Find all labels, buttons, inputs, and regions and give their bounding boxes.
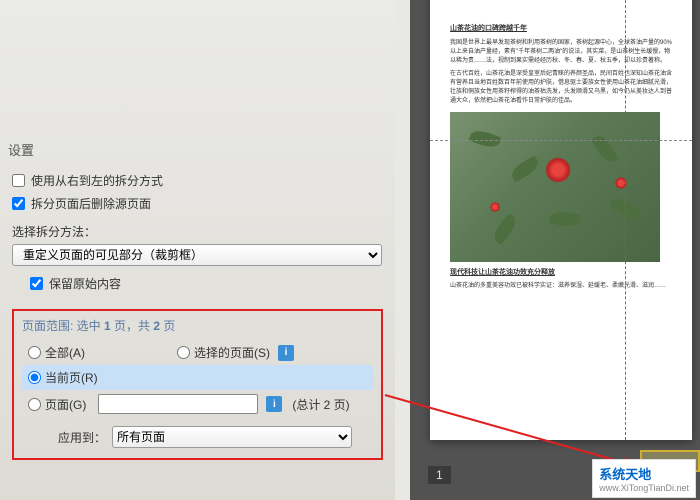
settings-pane: 设置 使用从右到左的拆分方式 拆分页面后删除源页面 选择拆分方法： 重定义页面的… — [0, 0, 395, 500]
range-current-option[interactable]: 当前页(R) — [22, 365, 373, 390]
keep-original-option[interactable]: 保留原始内容 — [30, 272, 383, 295]
delete-after-checkbox[interactable] — [12, 197, 25, 210]
range-all-option[interactable]: 全部(A) — [22, 340, 91, 365]
doc-body: 山茶花油的口碑跨越千年 我国是世界上最早发现茶树和利用茶树的国家，茶树起源中心，… — [450, 2, 672, 291]
info-icon[interactable]: i — [266, 396, 282, 412]
rtl-split-checkbox[interactable] — [12, 174, 25, 187]
range-selected-option[interactable]: 选择的页面(S) i — [171, 340, 300, 365]
range-all-radio[interactable] — [28, 346, 41, 359]
doc-para-1: 我国是世界上最早发现茶树和利用茶树的国家，茶树起源中心，全球茶油产量的90%以上… — [450, 39, 672, 66]
watermark-name: 系统天地 — [599, 464, 689, 483]
doc-para-2: 在古代百姓，山茶花油是深受皇室后妃青睐的养颜圣品，民间百姓也深知山茶花油含有营养… — [450, 70, 672, 106]
range-selected-radio[interactable] — [177, 346, 190, 359]
range-pages-radio[interactable] — [28, 398, 41, 411]
range-current-radio[interactable] — [28, 371, 41, 384]
range-pages-option[interactable]: 页面(G) i (总计 2 页) — [22, 390, 373, 418]
total-pages-label: (总计 2 页) — [292, 396, 349, 413]
info-icon[interactable]: i — [278, 345, 294, 361]
keep-original-checkbox[interactable] — [30, 277, 43, 290]
preview-pane: 山茶花油的口碑跨越千年 我国是世界上最早发现茶树和利用茶树的国家，茶树起源中心，… — [410, 0, 700, 500]
page-range-title: 页面范围: 选中 1 页，共 2 页 — [22, 317, 373, 340]
rtl-split-label: 使用从右到左的拆分方式 — [31, 172, 163, 189]
document-page[interactable]: 山茶花油的口碑跨越千年 我国是世界上最早发现茶树和利用茶树的国家，茶树起源中心，… — [430, 0, 692, 440]
delete-after-label: 拆分页面后删除源页面 — [31, 195, 151, 212]
doc-heading-1: 山茶花油的口碑跨越千年 — [450, 24, 672, 35]
method-label: 选择拆分方法： — [12, 215, 383, 244]
delete-after-option[interactable]: 拆分页面后删除源页面 — [12, 192, 383, 215]
apply-to-select[interactable]: 所有页面 — [112, 426, 352, 448]
rtl-split-option[interactable]: 使用从右到左的拆分方式 — [12, 169, 383, 192]
crop-guide-vertical — [625, 0, 626, 440]
doc-heading-2: 现代科技让山茶花油功效充分释放 — [450, 268, 672, 279]
split-method-select[interactable]: 重定义页面的可见部分（裁剪框） — [12, 244, 382, 266]
page-range-group: 页面范围: 选中 1 页，共 2 页 全部(A) 选择的页面(S) i 当前页(… — [12, 309, 383, 460]
keep-original-label: 保留原始内容 — [49, 275, 121, 292]
settings-header: 设置 — [0, 0, 395, 165]
watermark-url: www.XiTongTianDi.net — [599, 483, 689, 493]
document-image — [450, 112, 660, 262]
doc-para-3: 山茶花油的多重美容功效已被科学实证：滋养保湿、延缓老、柔嫩光滑、滋润…… — [450, 282, 672, 291]
apply-to-label: 应用到： — [58, 429, 106, 446]
page-range-input[interactable] — [98, 394, 258, 414]
settings-panel: 使用从右到左的拆分方式 拆分页面后删除源页面 选择拆分方法： 重定义页面的可见部… — [0, 165, 395, 470]
watermark: 系统天地 www.XiTongTianDi.net — [592, 459, 696, 498]
crop-guide-horizontal — [430, 140, 692, 141]
page-number-label: 1 — [428, 466, 451, 484]
